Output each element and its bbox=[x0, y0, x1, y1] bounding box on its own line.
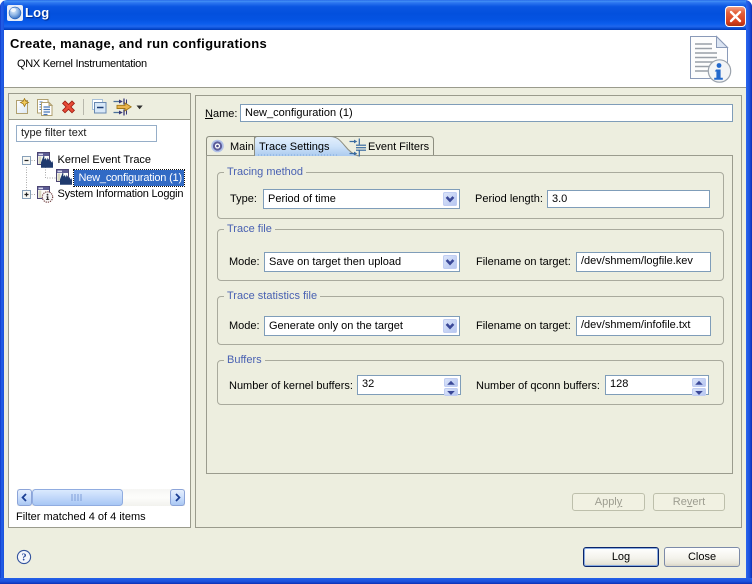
svg-text:?: ? bbox=[21, 553, 26, 564]
